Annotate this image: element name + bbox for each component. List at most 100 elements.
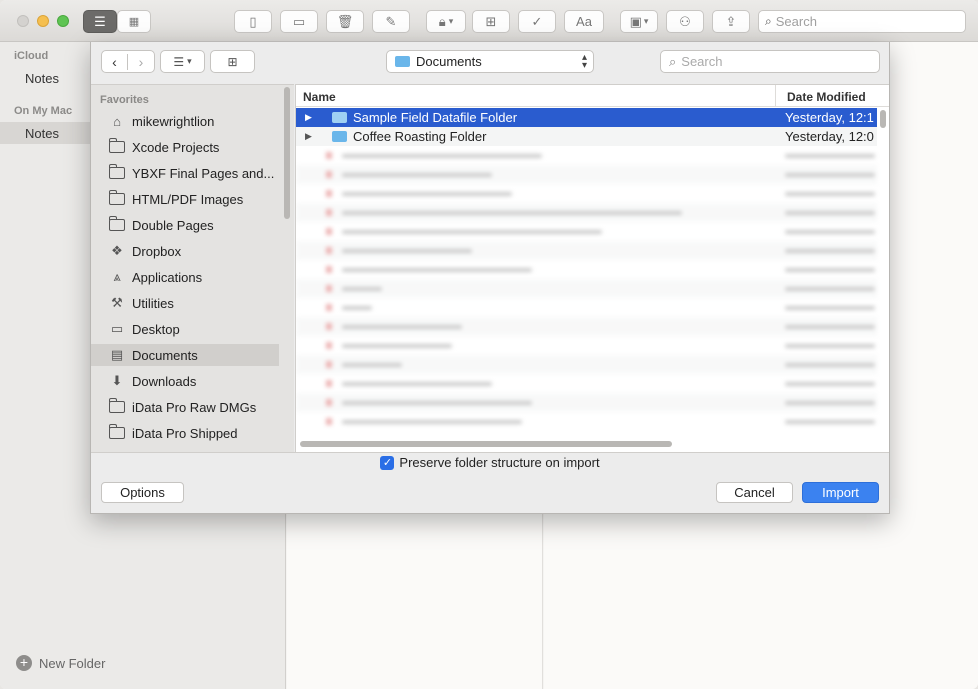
share-icon: ⇪ <box>725 13 737 29</box>
options-button[interactable]: Options <box>101 482 184 503</box>
file-row[interactable]: ▶ Sample Field Datafile Folder Yesterday, … <box>296 108 877 127</box>
desktop-icon: ▭ <box>110 321 124 336</box>
close-window-button[interactable] <box>17 15 29 27</box>
sidebar-icon: ▯ <box>249 13 257 29</box>
maximize-window-button[interactable] <box>57 15 69 27</box>
favorites-item[interactable]: iData Pro Raw DMGs <box>91 396 279 418</box>
sidebar-scrollbar[interactable] <box>284 87 290 219</box>
date-modified-column-header[interactable]: Date Modified <box>775 85 889 107</box>
blurred-file-row <box>296 393 877 412</box>
minimize-window-button[interactable] <box>37 15 49 27</box>
notes-search-field[interactable]: ⌕ Search <box>758 10 966 33</box>
sidebar-item-label: Notes <box>25 70 59 86</box>
table-button[interactable]: ⊞ <box>472 10 510 33</box>
disclosure-triangle-icon[interactable]: ▶ <box>305 131 316 142</box>
attachments-button[interactable]: ▭ <box>280 10 318 33</box>
name-column-header[interactable]: Name <box>303 90 336 104</box>
favorites-item[interactable]: Xcode Projects <box>91 136 279 158</box>
back-button[interactable]: ‹ <box>102 53 129 70</box>
attachments-icon: ▭ <box>292 13 306 29</box>
favorites-item[interactable]: HTML/PDF Images <box>91 188 279 210</box>
dialog-toolbar: ‹ › ☰ ▾ ⊞ Documents ▴ ▾ ⌕ Search <box>91 42 889 84</box>
media-button[interactable]: ▣ ▾ <box>620 10 658 33</box>
favorites-item[interactable]: ❖ Dropbox <box>91 240 279 262</box>
trash-icon: 🗑 <box>336 13 354 29</box>
favorites-item[interactable]: ⌂ mikewrightlion <box>91 110 279 132</box>
file-date: Yesterday, 12:0 <box>785 129 874 144</box>
delete-note-button[interactable]: 🗑 <box>326 10 364 33</box>
file-row[interactable]: ▶ Coffee Roasting Folder Yesterday, 12:0 <box>296 127 877 146</box>
format-button[interactable]: Aa <box>564 10 604 33</box>
import-button[interactable]: Import <box>802 482 879 503</box>
search-icon: ⌕ <box>669 53 677 69</box>
new-folder-label: New Folder <box>39 655 106 671</box>
favorites-item-label: mikewrightlion <box>132 113 215 129</box>
applications-icon: ⩓ <box>113 269 121 284</box>
blurred-file-row <box>296 222 877 241</box>
checklist-button[interactable]: ✓ <box>518 10 556 33</box>
favorites-item[interactable]: YBXF Final Pages and... <box>91 162 279 184</box>
favorites-item[interactable]: Double Pages <box>91 214 279 236</box>
folder-icon <box>108 216 126 233</box>
sidebar-toggle-button[interactable]: ▯ <box>234 10 272 33</box>
cancel-button[interactable]: Cancel <box>716 482 793 503</box>
folder-icon <box>108 164 126 181</box>
share-button[interactable]: ⇪ <box>712 10 750 33</box>
column-header: Name Date Modified <box>296 85 889 107</box>
dialog-search-field[interactable]: ⌕ Search <box>660 50 880 73</box>
folder-icon <box>108 424 126 441</box>
forward-button[interactable]: › <box>128 54 154 70</box>
favorites-item[interactable]: ▤ Documents <box>91 344 279 366</box>
preserve-structure-option[interactable]: ✓ Preserve folder structure on import <box>91 452 889 472</box>
dialog-sidebar: Favorites ⌂ mikewrightlion Xcode Projects Y… <box>91 84 294 452</box>
file-browser: Name Date Modified ▶ Sample Field Datafil… <box>295 84 889 452</box>
favorites-item[interactable]: ⚒ Utilities <box>91 292 279 314</box>
file-name: Coffee Roasting Folder <box>353 129 487 144</box>
blurred-file-row <box>296 184 877 203</box>
collaborate-icon: ⚇ <box>679 13 691 29</box>
import-dialog: ‹ › ☰ ▾ ⊞ Documents ▴ ▾ ⌕ Search Favorite… <box>90 42 890 514</box>
table-icon: ⊞ <box>485 13 497 29</box>
favorites-item[interactable]: iData Pro Shipped <box>91 422 279 444</box>
favorites-item[interactable]: ⩓ Applications <box>91 266 279 288</box>
compose-icon: ✎ <box>385 13 397 29</box>
location-popup[interactable]: Documents ▴ ▾ <box>386 50 594 73</box>
favorites-item-label: Xcode Projects <box>132 139 220 155</box>
blurred-file-row <box>296 203 877 222</box>
sidebar-item-label: Notes <box>25 125 59 141</box>
utilities-icon: ⚒ <box>111 295 123 310</box>
collaborate-button[interactable]: ⚇ <box>666 10 704 33</box>
favorites-item[interactable]: ▭ Desktop <box>91 318 279 340</box>
blurred-file-row <box>296 317 877 336</box>
blurred-file-row <box>296 355 877 374</box>
dropbox-icon: ❖ <box>111 243 123 258</box>
blurred-file-row <box>296 146 877 165</box>
favorites-item[interactable]: ⬇ Downloads <box>91 370 279 392</box>
new-folder-dialog-button[interactable]: ⊞ <box>210 50 255 73</box>
favorites-item-label: iData Pro Shipped <box>132 425 238 441</box>
notes-search-placeholder: Search <box>775 14 817 29</box>
folder-icon <box>108 138 126 155</box>
horizontal-scrollbar[interactable] <box>300 441 672 447</box>
blurred-file-row <box>296 412 877 431</box>
new-folder-icon: ⊞ <box>227 54 238 69</box>
compose-note-button[interactable]: ✎ <box>372 10 410 33</box>
vertical-scrollbar[interactable] <box>880 110 886 128</box>
disclosure-triangle-icon[interactable]: ▶ <box>305 112 316 123</box>
lock-note-button[interactable]: 🔒︎ ▾ <box>426 10 466 33</box>
list-view-icon: ☰ <box>173 54 185 69</box>
gallery-view-button[interactable]: ▦ <box>117 10 151 33</box>
preserve-structure-label: Preserve folder structure on import <box>399 455 600 470</box>
search-icon: ⌕ <box>765 14 772 28</box>
folder-icon <box>332 112 347 123</box>
folder-icon <box>108 190 126 207</box>
preserve-structure-checkbox[interactable]: ✓ <box>380 455 395 470</box>
list-view-button[interactable]: ☰ <box>83 10 117 33</box>
favorites-header: Favorites <box>100 94 149 106</box>
favorites-item-label: Applications <box>132 269 203 285</box>
folder-icon <box>108 398 126 415</box>
view-options-button[interactable]: ☰ ▾ <box>160 50 205 73</box>
new-folder-button[interactable]: + New Folder <box>16 655 105 671</box>
favorites-item-label: Utilities <box>132 295 174 311</box>
plus-icon: + <box>16 655 32 671</box>
